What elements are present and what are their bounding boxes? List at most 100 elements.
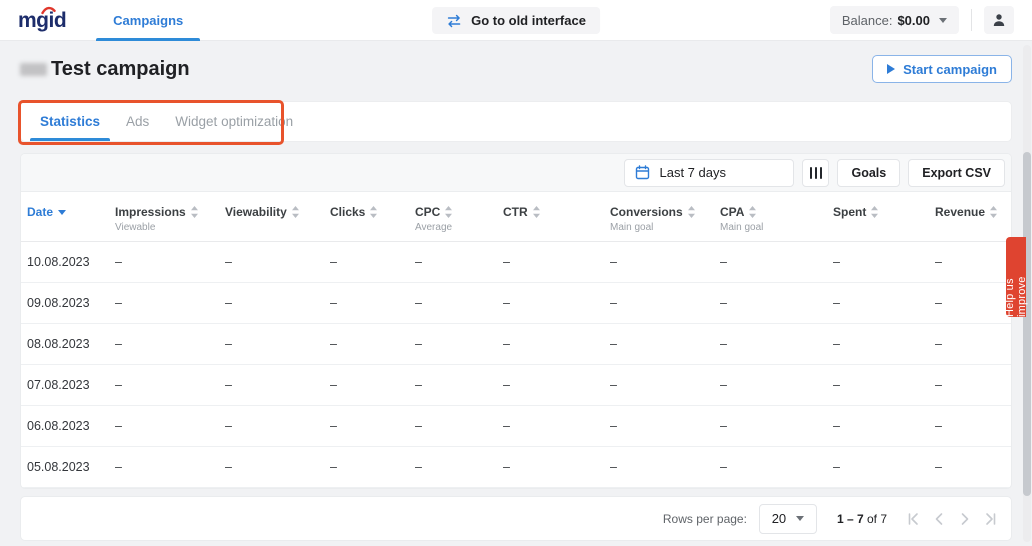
row-empty-value: – (115, 337, 225, 351)
rows-per-page-select[interactable]: 20 (759, 504, 817, 534)
sort-arrows-icon (688, 206, 695, 218)
row-empty-value: – (935, 337, 1011, 351)
pagination-bar: Rows per page: 20 1 – 7 of 7 (20, 496, 1012, 541)
tab-statistics[interactable]: Statistics (30, 102, 110, 141)
row-empty-value: – (330, 460, 415, 474)
person-icon (991, 12, 1007, 28)
prev-page-button[interactable] (929, 509, 949, 529)
column-header-spent[interactable]: Spent (833, 205, 935, 234)
row-empty-value: – (935, 255, 1011, 269)
column-settings-button[interactable] (802, 159, 829, 187)
sort-arrows-icon (445, 206, 452, 218)
column-header-date[interactable]: Date (27, 205, 115, 234)
row-date: 05.08.2023 (27, 460, 115, 474)
go-to-old-interface-button[interactable]: Go to old interface (432, 7, 600, 34)
pagination-total: of 7 (867, 512, 887, 526)
row-empty-value: – (415, 255, 503, 269)
column-header-viewability[interactable]: Viewability (225, 205, 330, 234)
next-page-icon (956, 510, 974, 528)
column-sublabel: Main goal (720, 222, 833, 234)
row-date: 06.08.2023 (27, 419, 115, 433)
column-sublabel (503, 222, 610, 234)
export-csv-button[interactable]: Export CSV (908, 159, 1005, 187)
row-empty-value: – (610, 337, 720, 351)
row-date: 08.08.2023 (27, 337, 115, 351)
row-date: 09.08.2023 (27, 296, 115, 310)
chevron-down-icon (939, 18, 947, 23)
tabs-bar: Statistics Ads Widget optimization (20, 101, 1012, 142)
balance-dropdown[interactable]: Balance: $0.00 (830, 6, 959, 34)
column-header-cpc[interactable]: CPCAverage (415, 205, 503, 234)
tab-ads-label: Ads (126, 114, 149, 129)
row-empty-value: – (415, 378, 503, 392)
row-empty-value: – (935, 419, 1011, 433)
help-us-improve-tab[interactable]: Help us improve (1006, 237, 1026, 317)
table-row: 08.08.2023––––––––– (21, 324, 1011, 365)
row-empty-value: – (225, 460, 330, 474)
next-page-button[interactable] (955, 509, 975, 529)
column-sublabel (27, 222, 115, 234)
nav-tab-campaigns[interactable]: Campaigns (96, 0, 200, 41)
user-menu-button[interactable] (984, 6, 1014, 34)
row-empty-value: – (720, 255, 833, 269)
row-empty-value: – (225, 255, 330, 269)
start-campaign-button[interactable]: Start campaign (872, 55, 1012, 83)
row-empty-value: – (720, 296, 833, 310)
row-empty-value: – (225, 419, 330, 433)
sort-arrows-icon (533, 206, 540, 218)
nav-active-underline (96, 38, 200, 41)
page-title: Test campaign (51, 58, 190, 81)
column-header-revenue[interactable]: Revenue (935, 205, 1011, 234)
tab-widget-optimization[interactable]: Widget optimization (165, 102, 303, 141)
row-empty-value: – (720, 419, 833, 433)
nav-tab-campaigns-label: Campaigns (113, 13, 183, 28)
topbar: mgid Campaigns Go to old interface Balan… (0, 0, 1032, 41)
sort-arrows-icon (871, 206, 878, 218)
tab-statistics-label: Statistics (40, 114, 100, 129)
row-empty-value: – (415, 460, 503, 474)
row-empty-value: – (833, 419, 935, 433)
row-empty-value: – (115, 460, 225, 474)
rows-per-page-label: Rows per page: (663, 512, 747, 526)
scrollbar-thumb[interactable] (1023, 152, 1031, 496)
row-empty-value: – (610, 419, 720, 433)
date-range-value: Last 7 days (659, 165, 726, 180)
column-sublabel: Viewable (115, 222, 225, 234)
row-empty-value: – (610, 255, 720, 269)
calendar-icon (635, 165, 650, 180)
goals-button[interactable]: Goals (837, 159, 900, 187)
first-page-button[interactable] (903, 509, 923, 529)
row-empty-value: – (610, 378, 720, 392)
topbar-divider (971, 9, 972, 31)
play-icon (887, 64, 895, 74)
last-page-icon (982, 510, 1000, 528)
column-header-clicks[interactable]: Clicks (330, 205, 415, 234)
table-row: 05.08.2023––––––––– (21, 447, 1011, 488)
last-page-button[interactable] (981, 509, 1001, 529)
date-range-select[interactable]: Last 7 days (624, 159, 794, 187)
column-header-impressions[interactable]: ImpressionsViewable (115, 205, 225, 234)
mgid-logo[interactable]: mgid (18, 10, 66, 31)
table-row: 06.08.2023––––––––– (21, 406, 1011, 447)
sort-arrows-icon (370, 206, 377, 218)
pagination-range-value: 1 – 7 (837, 512, 864, 526)
row-empty-value: – (503, 296, 610, 310)
row-empty-value: – (503, 255, 610, 269)
rows-per-page-value: 20 (772, 511, 786, 526)
logo-tick-icon (41, 6, 56, 15)
row-empty-value: – (115, 296, 225, 310)
row-empty-value: – (610, 296, 720, 310)
table-row: 10.08.2023––––––––– (21, 242, 1011, 283)
column-sublabel: Main goal (610, 222, 720, 234)
column-header-conversions[interactable]: ConversionsMain goal (610, 205, 720, 234)
column-header-ctr[interactable]: CTR (503, 205, 610, 234)
column-header-cpa[interactable]: CPAMain goal (720, 205, 833, 234)
title-group: Test campaign (20, 58, 190, 81)
row-empty-value: – (935, 296, 1011, 310)
row-empty-value: – (935, 378, 1011, 392)
row-empty-value: – (225, 378, 330, 392)
caret-down-filled-icon (58, 210, 66, 215)
tab-active-underline (30, 138, 110, 141)
tab-ads[interactable]: Ads (116, 102, 159, 141)
row-empty-value: – (330, 337, 415, 351)
